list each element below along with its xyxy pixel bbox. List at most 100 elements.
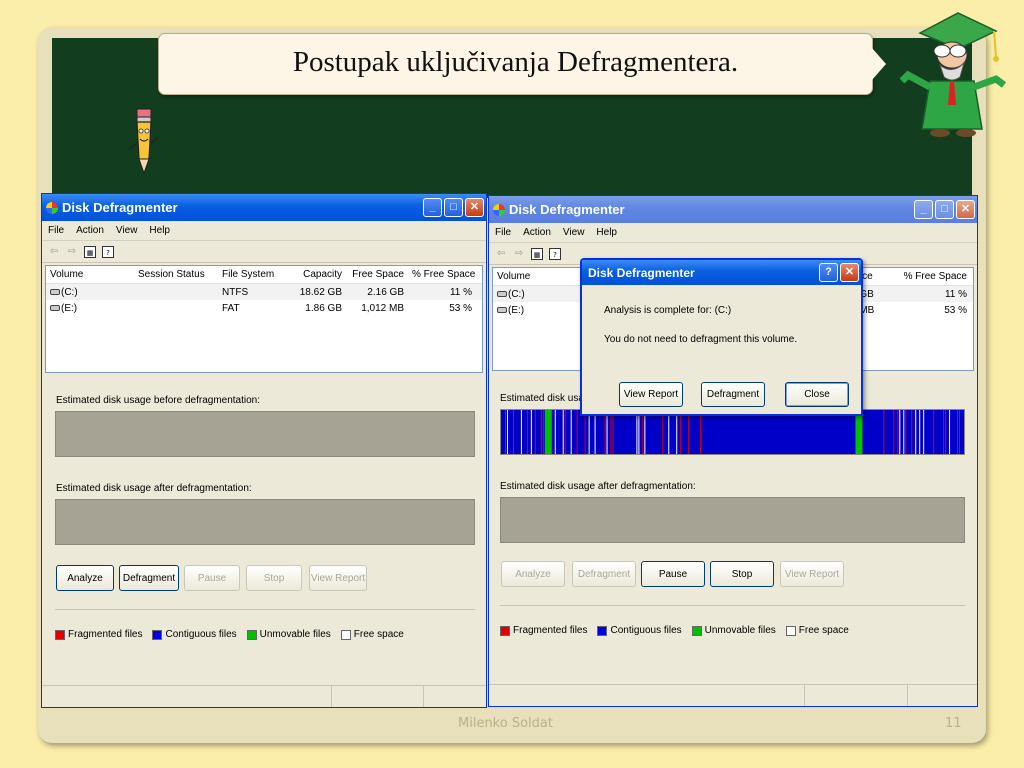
window-titlebar[interactable]: Disk Defragmenter _ □ ✕	[42, 194, 486, 221]
stop-button[interactable]: Stop	[246, 565, 302, 591]
col-free-space[interactable]: Free Space	[346, 269, 408, 280]
fragment-stripe	[610, 410, 612, 454]
legend: Fragmented files Contiguous files Unmova…	[55, 629, 410, 640]
pause-button[interactable]: Pause	[184, 565, 240, 591]
fragment-stripe	[542, 410, 544, 454]
forward-arrow-icon[interactable]: ⇨	[66, 246, 78, 258]
help-button[interactable]: ?	[819, 263, 838, 282]
drive-icon	[50, 304, 60, 311]
fragment-stripe	[562, 410, 564, 454]
after-usage-bar	[55, 499, 475, 545]
analysis-complete-dialog: Disk Defragmenter ? ✕ Analysis is comple…	[580, 258, 863, 416]
fragment-stripe	[520, 410, 522, 454]
fragment-stripe	[534, 410, 536, 454]
pencil-character-icon	[128, 108, 160, 175]
console-tree-icon[interactable]: ▦	[531, 247, 543, 260]
volume-row[interactable]: (E:) FAT 1.86 GB 1,012 MB 53 %	[46, 300, 482, 316]
back-arrow-icon[interactable]: ⇦	[495, 248, 507, 260]
menu-action[interactable]: Action	[76, 225, 104, 236]
fragment-stripe	[919, 410, 921, 454]
console-tree-icon[interactable]: ▦	[84, 245, 96, 258]
fragment-stripe	[943, 410, 945, 454]
analyze-button[interactable]: Analyze	[56, 565, 114, 591]
defragment-button[interactable]: Defragment	[572, 561, 636, 587]
legend-contiguous: Contiguous files	[165, 629, 237, 640]
legend: Fragmented files Contiguous files Unmova…	[500, 625, 855, 636]
minimize-button[interactable]: _	[423, 198, 442, 217]
after-usage-bar	[500, 497, 965, 543]
pct-free: 11 %	[449, 286, 472, 298]
dialog-close-button[interactable]: Close	[785, 382, 849, 407]
dialog-view-report-button[interactable]: View Report	[619, 382, 683, 407]
analysis-complete-text: Analysis is complete for: (C:)	[604, 305, 732, 316]
free-swatch	[785, 625, 796, 636]
dialog-titlebar[interactable]: Disk Defragmenter ? ✕	[582, 260, 861, 285]
file-system: NTFS	[222, 286, 249, 298]
close-window-button[interactable]: ✕	[956, 200, 975, 219]
menu-action[interactable]: Action	[523, 227, 551, 238]
fragment-stripe	[530, 410, 532, 454]
view-report-button[interactable]: View Report	[309, 565, 367, 591]
contiguous-swatch	[152, 629, 163, 640]
minimize-button[interactable]: _	[914, 200, 933, 219]
dialog-defragment-button[interactable]: Defragment	[701, 382, 765, 407]
maximize-button[interactable]: □	[935, 200, 954, 219]
fragment-stripe	[636, 410, 638, 454]
slide-footer-author: Milenko Soldat	[458, 716, 553, 731]
menu-help[interactable]: Help	[596, 227, 617, 238]
free-space: 1,012 MB	[361, 302, 404, 314]
col-pct-free[interactable]: % Free Space	[408, 269, 476, 280]
col-file-system[interactable]: File System	[218, 269, 286, 280]
pause-button[interactable]: Pause	[641, 561, 705, 587]
col-volume[interactable]: Volume	[46, 269, 134, 280]
menu-help[interactable]: Help	[149, 225, 170, 236]
back-arrow-icon[interactable]: ⇦	[48, 246, 60, 258]
no-defrag-needed-text: You do not need to defragment this volum…	[604, 334, 798, 345]
menu-file[interactable]: File	[495, 227, 511, 238]
view-report-button[interactable]: View Report	[780, 561, 844, 587]
after-label: Estimated disk usage after defragmentati…	[56, 483, 252, 494]
defragment-button[interactable]: Defragment	[119, 565, 179, 591]
legend-fragmented: Fragmented files	[68, 629, 143, 640]
col-session-status[interactable]: Session Status	[134, 269, 218, 280]
drive-icon	[50, 288, 60, 295]
divider	[500, 605, 965, 606]
toolbar: ⇦ ⇨ ▦ ?	[42, 241, 486, 263]
volume-name: (C:)	[508, 288, 525, 300]
legend-unmovable: Unmovable files	[704, 625, 776, 636]
window-titlebar[interactable]: Disk Defragmenter _ □ ✕	[489, 196, 977, 223]
stop-button[interactable]: Stop	[710, 561, 774, 587]
fragment-stripe	[949, 410, 951, 454]
menu-bar: File Action View Help	[42, 221, 486, 241]
menu-view[interactable]: View	[116, 225, 138, 236]
free-swatch	[340, 629, 351, 640]
capacity: 1.86 GB	[305, 302, 342, 314]
help-icon[interactable]: ?	[549, 247, 561, 260]
pct-free: 53 %	[449, 302, 472, 314]
free-space: 2.16 GB	[367, 286, 404, 298]
unmovable-swatch	[246, 629, 257, 640]
help-icon[interactable]: ?	[102, 245, 114, 258]
dialog-close-icon[interactable]: ✕	[840, 263, 859, 282]
capacity: 18.62 GB	[299, 286, 342, 298]
close-window-button[interactable]: ✕	[465, 198, 484, 217]
menu-file[interactable]: File	[48, 225, 64, 236]
col-pct-free[interactable]: % Free Space	[899, 271, 971, 282]
fragment-stripe	[662, 410, 664, 454]
forward-arrow-icon[interactable]: ⇨	[513, 248, 525, 260]
fragment-stripe	[945, 410, 947, 454]
analyze-button[interactable]: Analyze	[501, 561, 565, 587]
menu-view[interactable]: View	[563, 227, 585, 238]
col-capacity[interactable]: Capacity	[286, 269, 346, 280]
maximize-button[interactable]: □	[444, 198, 463, 217]
fragment-stripe	[588, 410, 590, 454]
fragment-stripe	[899, 410, 901, 454]
volume-row[interactable]: (C:) NTFS 18.62 GB 2.16 GB 11 %	[46, 284, 482, 300]
disk-defragmenter-window-left: Disk Defragmenter _ □ ✕ File Action View…	[41, 193, 487, 708]
divider	[55, 609, 475, 610]
slide-title: Postupak uključivanja Defragmentera.	[292, 45, 739, 78]
volume-name: (E:)	[61, 302, 78, 314]
before-usage-bar	[55, 411, 475, 457]
fragment-stripe	[680, 410, 682, 454]
fragment-stripe	[676, 410, 678, 454]
